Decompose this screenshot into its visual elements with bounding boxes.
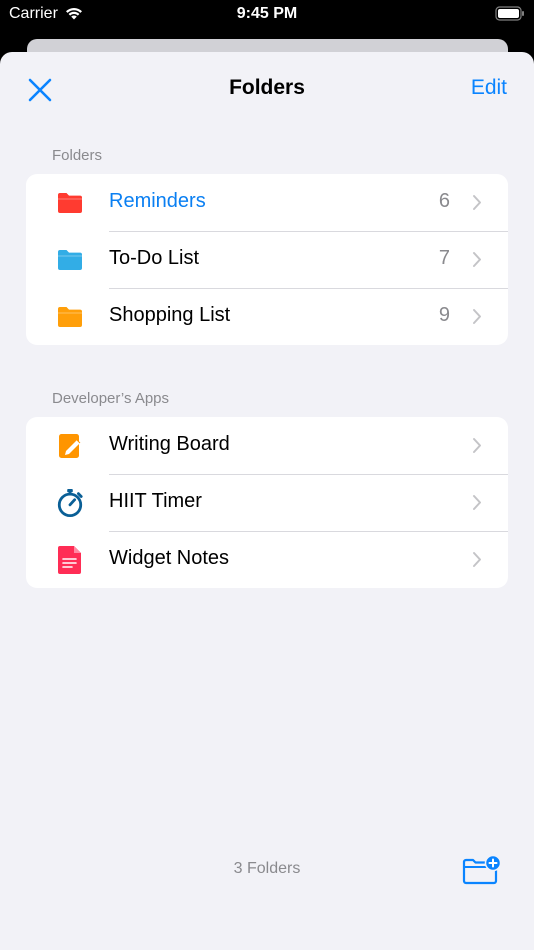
section-header-developer-apps: Developer’s Apps <box>52 390 170 407</box>
status-bar: Carrier 9:45 PM <box>0 0 534 30</box>
app-row-widget-notes[interactable]: Widget Notes <box>26 531 508 588</box>
app-row-writing-board[interactable]: Writing Board <box>26 417 508 474</box>
writing-board-icon <box>56 432 84 460</box>
item-count: 7 <box>438 247 450 269</box>
folder-row-reminders[interactable]: Reminders 6 <box>26 174 508 231</box>
folders-list: Reminders 6 To-Do List 7 Shopping List 9 <box>26 174 508 345</box>
app-name: Widget Notes <box>109 547 230 569</box>
folder-name: Reminders <box>109 190 206 212</box>
clock: 9:45 PM <box>236 5 298 22</box>
folder-row-shopping-list[interactable]: Shopping List 9 <box>26 288 508 345</box>
chevron-right-icon <box>473 252 481 267</box>
app-row-hiit-timer[interactable]: HIIT Timer <box>26 474 508 531</box>
chevron-right-icon <box>473 195 481 210</box>
chevron-right-icon <box>473 495 481 510</box>
note-icon <box>56 546 84 574</box>
folder-icon <box>56 189 84 217</box>
navigation-bar: Folders Edit <box>0 52 534 124</box>
chevron-right-icon <box>473 438 481 453</box>
folders-sheet: Folders Edit Folders Reminders 6 To-Do L… <box>0 52 534 950</box>
item-count: 6 <box>438 190 450 212</box>
section-header-folders: Folders <box>52 147 103 164</box>
new-folder-icon[interactable] <box>461 855 501 885</box>
app-name: HIIT Timer <box>109 490 202 512</box>
folder-icon <box>56 246 84 274</box>
folder-name: Shopping List <box>109 304 231 326</box>
app-name: Writing Board <box>109 433 230 455</box>
developer-apps-list: Writing Board HIIT Timer Widget Notes <box>26 417 508 588</box>
edit-button[interactable]: Edit <box>471 76 507 100</box>
chevron-right-icon <box>473 552 481 567</box>
stopwatch-icon <box>56 489 84 517</box>
chevron-right-icon <box>473 309 481 324</box>
item-count: 9 <box>438 304 450 326</box>
battery-icon <box>495 6 524 21</box>
folder-count-label: 3 Folders <box>233 860 301 877</box>
folder-icon <box>56 303 84 331</box>
folder-name: To-Do List <box>109 247 200 269</box>
folder-row-to-do-list[interactable]: To-Do List 7 <box>26 231 508 288</box>
page-title: Folders <box>229 76 305 99</box>
